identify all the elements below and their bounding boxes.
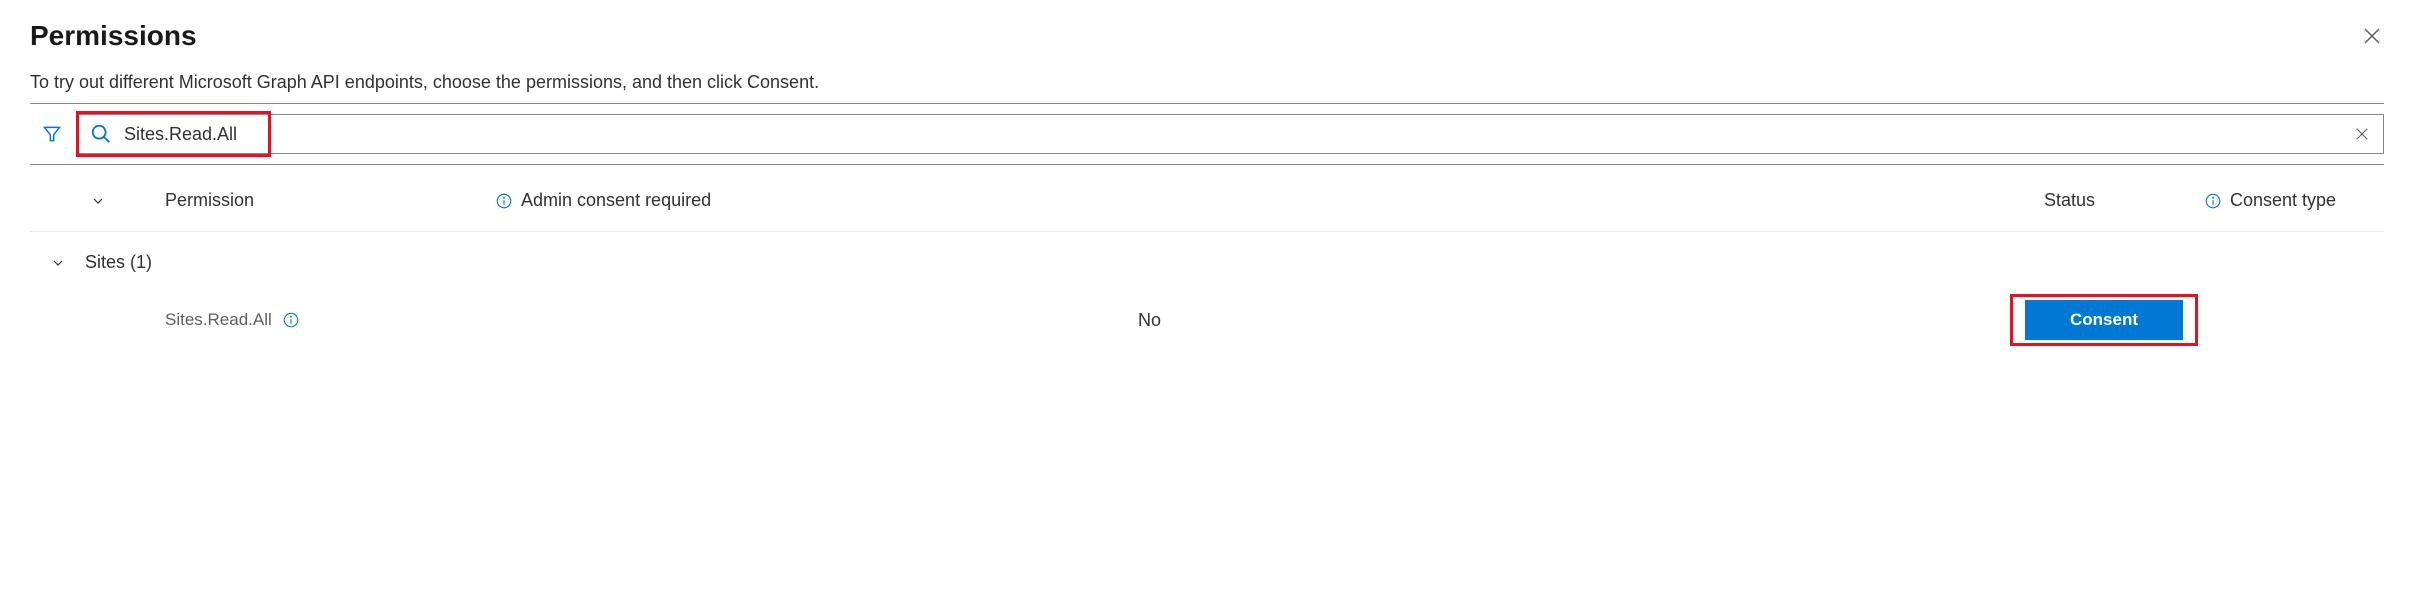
clear-search-icon[interactable] — [2353, 125, 2371, 143]
admin-consent-value: No — [495, 310, 2004, 331]
consent-button[interactable]: Consent — [2025, 300, 2183, 340]
table-header: Permission Admin consent required Status… — [30, 165, 2384, 232]
group-label: Sites (1) — [85, 252, 152, 273]
permission-name: Sites.Read.All — [165, 310, 272, 330]
info-icon[interactable] — [495, 192, 513, 210]
group-row[interactable]: Sites (1) — [30, 232, 2384, 288]
chevron-down-icon[interactable] — [50, 255, 66, 271]
search-icon — [90, 123, 112, 145]
column-header-admin-consent-label: Admin consent required — [521, 190, 711, 211]
info-icon[interactable] — [282, 311, 300, 329]
description-text: To try out different Microsoft Graph API… — [30, 72, 2384, 93]
filter-icon[interactable] — [42, 124, 62, 144]
column-header-consent-type-label: Consent type — [2230, 190, 2336, 211]
info-icon[interactable] — [2204, 192, 2222, 210]
table-row: Sites.Read.All No Consent — [30, 288, 2384, 352]
column-header-admin-consent[interactable]: Admin consent required — [495, 190, 2044, 211]
page-title: Permissions — [30, 20, 197, 52]
chevron-down-icon[interactable] — [90, 193, 106, 209]
column-header-consent-type[interactable]: Consent type — [2204, 190, 2384, 211]
column-header-status[interactable]: Status — [2044, 190, 2204, 211]
column-header-permission[interactable]: Permission — [165, 190, 495, 211]
search-box[interactable] — [77, 114, 2384, 154]
search-input[interactable] — [124, 124, 2353, 145]
close-icon[interactable] — [2360, 24, 2384, 48]
